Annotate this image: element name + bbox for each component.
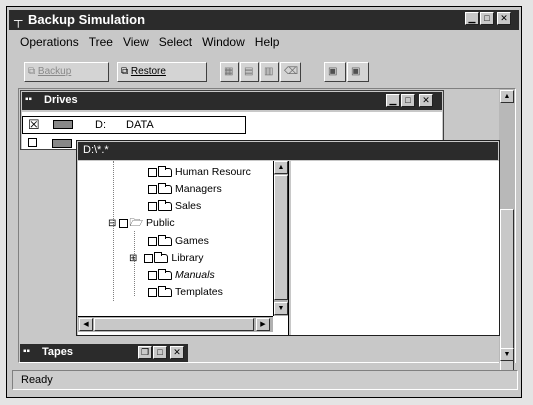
tree-item-public[interactable]: ⊟ 🗁 Public xyxy=(108,215,175,231)
tree-item-label: Public xyxy=(146,217,175,229)
menu-window[interactable]: Window xyxy=(202,35,245,49)
tree-item-templates[interactable]: Templates xyxy=(148,284,223,300)
item-checkbox[interactable] xyxy=(144,253,154,263)
item-checkbox[interactable] xyxy=(148,287,157,297)
folder-icon xyxy=(158,285,172,297)
backup-label: Backup xyxy=(37,66,72,77)
directory-title-bar: D:\*.* xyxy=(78,142,498,160)
status-bar: Ready xyxy=(12,370,518,390)
tree-scroll-thumb[interactable] xyxy=(274,175,288,300)
tree-item-label: Managers xyxy=(175,183,222,195)
open-folder-icon: 🗁 xyxy=(129,217,144,229)
scroll-thumb[interactable] xyxy=(500,209,514,389)
drives-window-icon: ▪▪ xyxy=(25,94,33,105)
minimize-button[interactable]: ▁ xyxy=(465,12,479,25)
unselect-button[interactable]: ⌫ xyxy=(280,62,301,82)
item-checkbox[interactable] xyxy=(148,184,157,194)
drives-title: Drives xyxy=(44,94,78,106)
tree-item-managers[interactable]: Managers xyxy=(148,181,222,197)
tree-horizontal-scrollbar[interactable]: ◀ ▶ xyxy=(78,316,273,332)
drive-icon xyxy=(53,120,73,129)
collapse-icon[interactable]: ⊟ xyxy=(108,218,116,229)
backup-icon: ⧉ xyxy=(28,66,36,77)
directory-title: D:\*.* xyxy=(83,144,109,156)
status-text: Ready xyxy=(21,374,53,386)
tree-item-label: Templates xyxy=(175,286,223,298)
restore-button[interactable]: ⧉ Restore xyxy=(117,62,207,82)
tapes-close-button[interactable]: ✕ xyxy=(170,346,184,359)
app-icon: ┬ xyxy=(14,13,23,27)
tree-item-games[interactable]: Games xyxy=(148,233,209,249)
folder-icon xyxy=(158,182,172,194)
drive-label: DATA xyxy=(126,119,154,131)
tree-scroll-right-arrow[interactable]: ▶ xyxy=(256,318,270,331)
item-checkbox[interactable] xyxy=(119,218,129,228)
drives-maximize-button[interactable]: □ xyxy=(401,94,415,107)
maximize-button[interactable]: □ xyxy=(480,12,494,25)
tree-scroll-up-arrow[interactable]: ▲ xyxy=(274,161,288,174)
tapes-restore-button[interactable]: ❐ xyxy=(138,346,152,359)
file-list-pane[interactable] xyxy=(291,161,499,335)
file-view-button[interactable]: ▣ xyxy=(347,62,369,82)
restore-icon: ⧉ xyxy=(121,66,129,77)
tree-item-human-resources[interactable]: Human Resourc xyxy=(148,164,251,180)
tree-item-sales[interactable]: Sales xyxy=(148,198,201,214)
drives-close-button[interactable]: ✕ xyxy=(419,94,433,107)
toolbar: ⧉ Backup ⧉ Restore ▦ ▤ ▥ ⌫ ▣ ▣ xyxy=(24,62,384,82)
drives-title-bar: ▪▪ Drives ▁ □ ✕ xyxy=(22,92,442,110)
folder-icon xyxy=(158,165,172,177)
scroll-down-arrow[interactable]: ▼ xyxy=(500,348,514,361)
tree-view-button[interactable]: ▣ xyxy=(324,62,346,82)
tree-view: Human Resourc Managers Sales ⊟ 🗁 Public Ga… xyxy=(78,161,273,316)
folder-icon xyxy=(154,251,169,263)
tree-vertical-scrollbar[interactable]: ▲ ▼ xyxy=(273,161,288,316)
tree-pane: Human Resourc Managers Sales ⊟ 🗁 Public Ga… xyxy=(78,161,289,335)
scroll-up-arrow[interactable]: ▲ xyxy=(500,90,514,103)
drive-icon xyxy=(52,139,72,148)
menu-select[interactable]: Select xyxy=(159,35,192,49)
tree-item-label: Sales xyxy=(175,200,202,212)
drives-minimize-button[interactable]: ▁ xyxy=(386,94,400,107)
folder-icon xyxy=(158,234,172,246)
menu-bar: Operations Tree View Select Window Help xyxy=(20,35,289,51)
menu-help[interactable]: Help xyxy=(255,35,280,49)
tree-item-label: Games xyxy=(175,235,209,247)
tapes-window-icon: ▪▪ xyxy=(23,346,31,357)
tree-item-label: Library xyxy=(171,252,204,264)
tree-scroll-down-arrow[interactable]: ▼ xyxy=(274,302,288,315)
menu-view[interactable]: View xyxy=(123,35,149,49)
tapes-maximize-button[interactable]: □ xyxy=(153,346,167,359)
directory-window: D:\*.* Human Resourc Managers Sales ⊟ 🗁 Pu… xyxy=(76,140,500,336)
close-button[interactable]: ✕ xyxy=(497,12,511,25)
tree-hscroll-thumb[interactable] xyxy=(94,318,254,331)
restore-label: Restore xyxy=(130,66,166,77)
tree-item-library[interactable]: ⊞ Library xyxy=(129,250,204,266)
tree-item-label: Human Resourc xyxy=(175,166,251,178)
app-title: Backup Simulation xyxy=(28,12,146,27)
backup-button[interactable]: ⧉ Backup xyxy=(24,62,109,82)
app-title-bar: ┬ Backup Simulation ▁ □ ✕ xyxy=(9,10,519,30)
tree-item-manuals[interactable]: Manuals xyxy=(148,267,215,283)
drive-checkbox[interactable] xyxy=(28,138,37,147)
select-subdir-button[interactable]: ▥ xyxy=(260,62,279,82)
drive-letter: D: xyxy=(95,119,106,131)
select-all-button[interactable]: ▦ xyxy=(220,62,239,82)
expand-icon[interactable]: ⊞ xyxy=(129,253,137,264)
drive-row[interactable]: ☒ D: DATA xyxy=(22,116,246,134)
folder-icon xyxy=(158,199,172,211)
item-checkbox[interactable] xyxy=(148,236,157,246)
tree-item-label: Manuals xyxy=(175,269,215,281)
mdi-vertical-scrollbar[interactable]: ▲ ▼ xyxy=(499,89,515,389)
folder-icon xyxy=(158,268,172,280)
item-checkbox[interactable] xyxy=(148,167,157,177)
tree-scroll-left-arrow[interactable]: ◀ xyxy=(79,318,93,331)
drive-checkbox[interactable]: ☒ xyxy=(28,117,40,133)
item-checkbox[interactable] xyxy=(148,270,157,280)
tapes-window[interactable]: ▪▪ Tapes ❐ □ ✕ xyxy=(20,344,188,362)
item-checkbox[interactable] xyxy=(148,201,157,211)
tapes-title: Tapes xyxy=(42,346,73,358)
menu-operations[interactable]: Operations xyxy=(20,35,79,49)
menu-tree[interactable]: Tree xyxy=(89,35,113,49)
select-files-button[interactable]: ▤ xyxy=(240,62,259,82)
